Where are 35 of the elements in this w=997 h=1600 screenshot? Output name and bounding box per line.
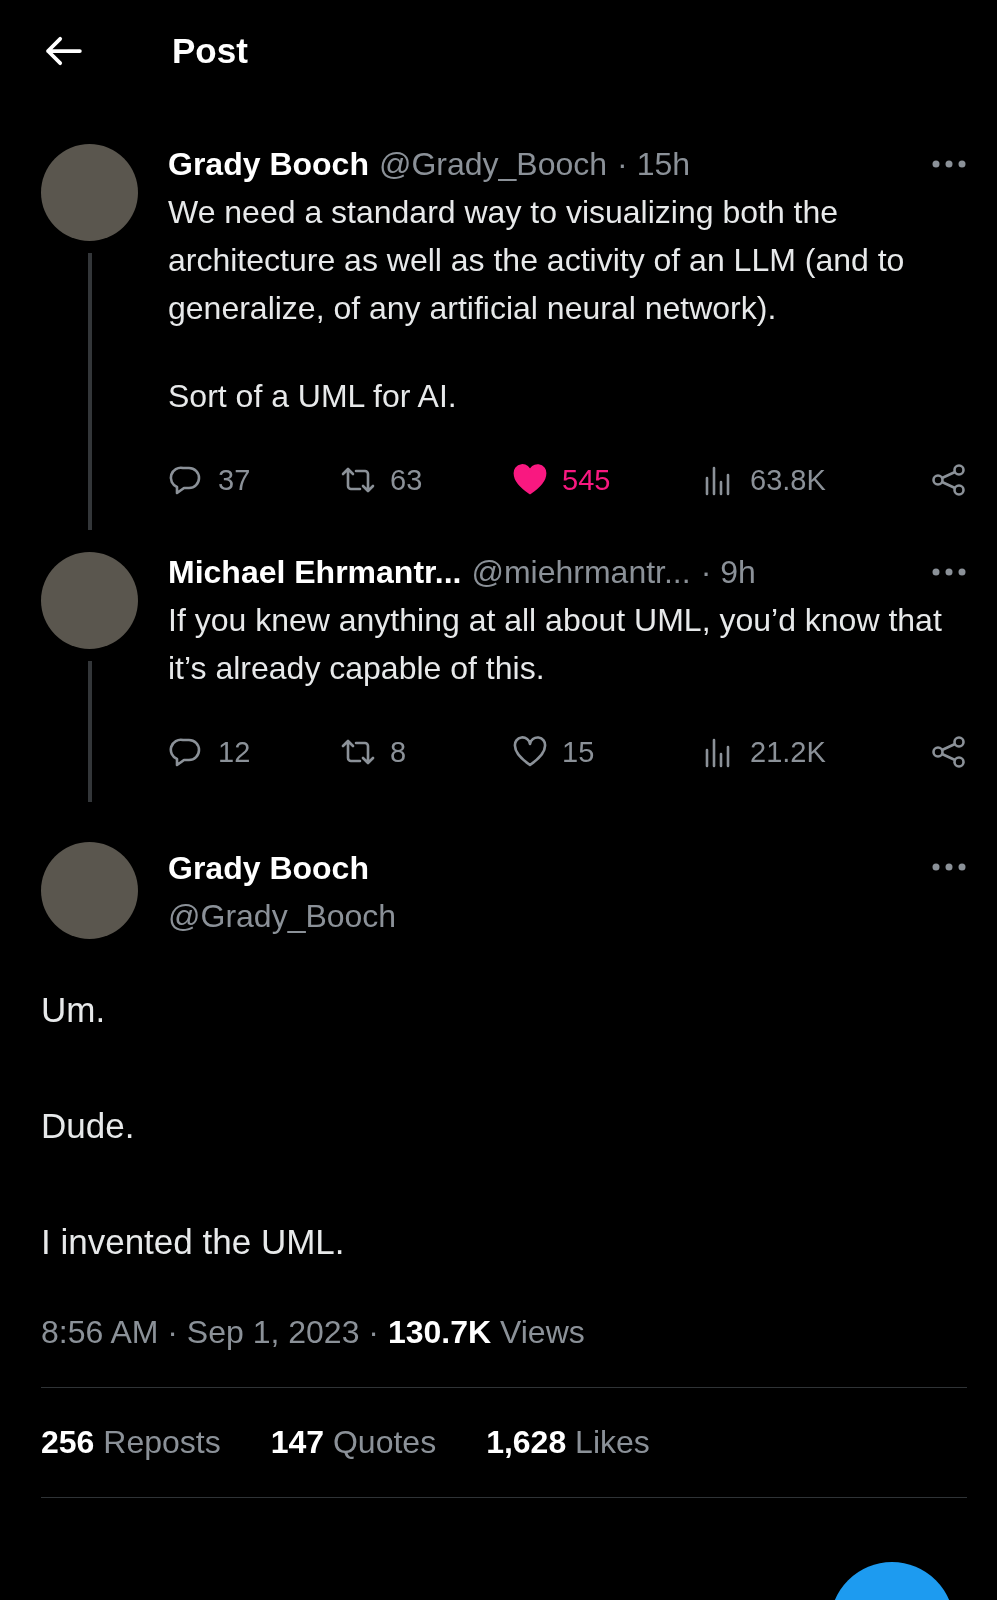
author-name[interactable]: Grady Booch bbox=[168, 145, 369, 183]
views-button[interactable]: 21.2K bbox=[700, 735, 872, 769]
post-time: · 15h bbox=[617, 145, 690, 183]
post-text: We need a standard way to visualizing both the architecture as well as the activity of an LLM (and to generalize, of any artificial neural network). bbox=[168, 193, 906, 328]
author-name[interactable]: Michael Ehrmantr... bbox=[168, 553, 462, 591]
heart-icon bbox=[512, 736, 548, 768]
like-button[interactable]: 15 bbox=[512, 735, 700, 769]
post-text: I invented the UML. bbox=[41, 1221, 346, 1263]
reply-button[interactable]: 37 bbox=[168, 463, 340, 497]
engagement-count-link[interactable]: 256 Reposts bbox=[41, 1424, 221, 1461]
back-arrow-icon[interactable] bbox=[44, 36, 82, 66]
repost-button[interactable]: 63 bbox=[340, 463, 512, 497]
author-handle[interactable]: @Grady_Booch bbox=[378, 145, 608, 183]
repost-button[interactable]: 8 bbox=[340, 735, 512, 769]
post-timestamp: 8:56 AM · Sep 1, 2023 · 130.7K Views bbox=[41, 1314, 967, 1388]
post-text: Um. bbox=[41, 989, 107, 1031]
views-button[interactable]: 63.8K bbox=[700, 463, 872, 497]
post-text: Dude. bbox=[41, 1105, 136, 1147]
engagement-count-link[interactable]: 1,628 Likes bbox=[486, 1424, 650, 1461]
share-icon[interactable] bbox=[931, 463, 967, 497]
more-options-icon[interactable] bbox=[931, 862, 967, 872]
page-title: Post bbox=[172, 31, 248, 71]
post-text: If you knew anything at all about UML, you’d know that it’s already capable of this. bbox=[168, 601, 943, 688]
share-icon[interactable] bbox=[931, 735, 967, 769]
like-button[interactable]: 545 bbox=[512, 463, 700, 497]
more-options-icon[interactable] bbox=[931, 567, 967, 577]
engagement-count-link[interactable]: 147 Quotes bbox=[270, 1424, 437, 1461]
author-handle[interactable]: @miehrmantr... bbox=[471, 553, 691, 591]
reply-button[interactable]: 12 bbox=[168, 735, 340, 769]
heart-icon bbox=[512, 464, 548, 496]
author-name[interactable]: Grady Booch bbox=[168, 844, 397, 892]
post-text: Sort of a UML for AI. bbox=[168, 377, 458, 416]
more-options-icon[interactable] bbox=[931, 159, 967, 169]
post-time: · 9h bbox=[700, 553, 756, 591]
author-handle[interactable]: @Grady_Booch bbox=[168, 892, 397, 940]
